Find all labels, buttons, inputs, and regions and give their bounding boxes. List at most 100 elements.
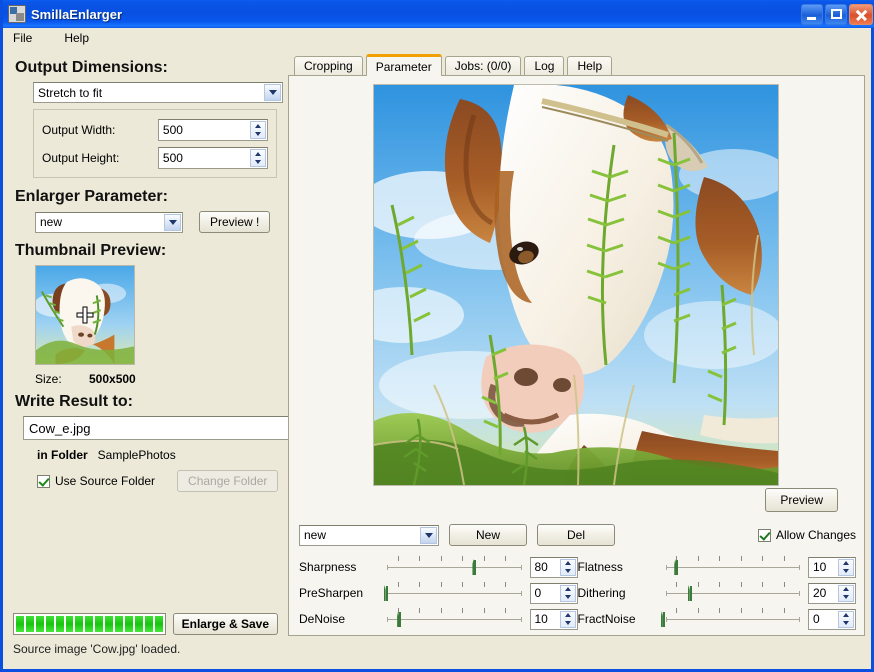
preview-button[interactable]: Preview	[765, 488, 838, 512]
fractnoise-slider-handle[interactable]	[660, 611, 673, 630]
denoise-slider-handle[interactable]	[397, 611, 409, 630]
new-preset-button[interactable]: New	[449, 524, 527, 546]
flatness-input[interactable]: 10	[808, 556, 856, 578]
enlarge-and-save-button[interactable]: Enlarge & Save	[172, 613, 278, 635]
close-button[interactable]	[849, 3, 873, 25]
stepper-up-icon[interactable]	[561, 560, 575, 568]
fractnoise-input[interactable]: 0	[808, 608, 856, 630]
window-controls	[801, 3, 874, 25]
slider-row-denoise: DeNoise 10	[299, 606, 578, 632]
chevron-down-icon[interactable]	[420, 526, 437, 544]
tab-cropping[interactable]: Cropping	[294, 56, 363, 76]
presharpen-stepper[interactable]	[559, 584, 576, 602]
stepper-up-icon[interactable]	[839, 586, 853, 594]
stepper-down-icon[interactable]	[561, 619, 575, 627]
denoise-value: 10	[534, 612, 548, 626]
tab-help[interactable]: Help	[567, 56, 613, 76]
stepper-up-icon[interactable]	[839, 560, 853, 568]
stepper-down-icon[interactable]	[251, 130, 265, 138]
stepper-down-icon[interactable]	[839, 567, 853, 575]
presharpen-label: PreSharpen	[299, 586, 364, 600]
application-window: SmillaEnlarger File Help Output Dimensio…	[0, 0, 874, 672]
denoise-label: DeNoise	[299, 612, 346, 626]
allow-changes-checkbox[interactable]	[757, 528, 771, 542]
sharpness-slider[interactable]	[387, 556, 522, 578]
stepper-down-icon[interactable]	[561, 593, 575, 601]
output-height-stepper[interactable]	[250, 149, 266, 167]
stepper-up-icon[interactable]	[251, 150, 265, 158]
stepper-up-icon[interactable]	[839, 612, 853, 620]
sharpness-input[interactable]: 80	[529, 556, 578, 578]
presharpen-slider-handle[interactable]	[383, 585, 396, 604]
menu-item-file[interactable]: File	[11, 29, 44, 47]
dithering-label: Dithering	[577, 586, 626, 600]
dithering-stepper[interactable]	[838, 584, 854, 602]
thumbnail-preview[interactable]	[35, 265, 135, 365]
output-width-stepper[interactable]	[250, 121, 266, 139]
maximize-button[interactable]	[825, 3, 847, 25]
tab-log[interactable]: Log	[524, 56, 565, 76]
dithering-value: 20	[813, 586, 827, 600]
dithering-slider-handle[interactable]	[687, 585, 700, 604]
menu-item-help[interactable]: Help	[62, 29, 101, 47]
fractnoise-stepper[interactable]	[838, 610, 854, 628]
fractnoise-slider[interactable]	[660, 608, 800, 630]
minimize-button[interactable]	[801, 3, 823, 25]
write-result-heading: Write Result to:	[15, 393, 133, 410]
sharpness-stepper[interactable]	[559, 558, 576, 576]
stepper-down-icon[interactable]	[251, 158, 265, 166]
denoise-stepper[interactable]	[559, 610, 576, 628]
output-mode-select[interactable]: Stretch to fit	[33, 82, 283, 103]
dithering-input[interactable]: 20	[808, 582, 856, 604]
flatness-slider[interactable]	[665, 556, 800, 578]
tab-strip: Cropping Parameter Jobs: (0/0) Log Help	[288, 54, 865, 76]
change-folder-button[interactable]: Change Folder	[177, 470, 279, 492]
slider-row-presharpen: PreSharpen 0	[299, 580, 578, 606]
output-height-label: Output Height:	[42, 151, 120, 165]
tab-parameter[interactable]: Parameter	[365, 54, 442, 76]
sharpness-slider-handle[interactable]	[472, 559, 484, 578]
parameter-preset-select[interactable]: new	[299, 524, 439, 546]
stepper-down-icon[interactable]	[839, 619, 853, 627]
output-dimensions-group: Output Width: 500 Output Height: 500	[33, 109, 277, 178]
output-height-input[interactable]: 500	[157, 147, 268, 169]
sliders-right-column: Flatness 10 Dithering 20 FractNoise 0	[577, 554, 856, 632]
slider-row-fractnoise: FractNoise 0	[578, 606, 856, 632]
progress-bar	[13, 613, 166, 635]
flatness-label: Flatness	[577, 560, 623, 574]
output-width-value: 500	[162, 123, 183, 137]
stepper-up-icon[interactable]	[561, 612, 575, 620]
flatness-stepper[interactable]	[838, 558, 854, 576]
flatness-slider-handle[interactable]	[674, 559, 686, 578]
output-height-value: 500	[162, 151, 183, 165]
use-source-folder-checkbox[interactable]	[37, 474, 50, 488]
progress-row: Enlarge & Save	[13, 613, 278, 635]
stepper-up-icon[interactable]	[251, 122, 265, 130]
use-source-folder-label: Use Source Folder	[55, 474, 156, 488]
output-filename-input[interactable]: Cow_e.jpg	[23, 416, 295, 440]
tab-jobs[interactable]: Jobs: (0/0)	[444, 56, 522, 76]
minimize-icon	[802, 5, 822, 24]
preview-exclaim-button[interactable]: Preview !	[199, 211, 271, 233]
output-filename-value: Cow_e.jpg	[29, 420, 91, 436]
allow-changes-label: Allow Changes	[775, 528, 856, 542]
presharpen-slider[interactable]	[383, 582, 522, 604]
dithering-slider[interactable]	[665, 582, 800, 604]
denoise-slider[interactable]	[387, 608, 522, 630]
enlarger-preset-select[interactable]: new	[35, 211, 183, 233]
sharpness-value: 80	[534, 560, 548, 574]
chevron-down-icon[interactable]	[164, 213, 181, 231]
image-preview[interactable]	[373, 84, 779, 486]
sliders-area: Sharpness 80 PreSharpen 0 DeNoise 10 Fla…	[299, 554, 856, 632]
presharpen-input[interactable]: 0	[529, 582, 578, 604]
output-width-input[interactable]: 500	[157, 119, 268, 141]
stepper-down-icon[interactable]	[561, 567, 575, 575]
stepper-up-icon[interactable]	[561, 586, 575, 594]
chevron-down-icon[interactable]	[264, 84, 281, 101]
presharpen-value: 0	[534, 586, 542, 600]
stepper-down-icon[interactable]	[839, 593, 853, 601]
denoise-input[interactable]: 10	[529, 608, 578, 630]
sliders-left-column: Sharpness 80 PreSharpen 0 DeNoise 10	[299, 554, 578, 632]
delete-preset-button[interactable]: Del	[537, 524, 615, 546]
menu-bar: File Help	[3, 28, 871, 49]
